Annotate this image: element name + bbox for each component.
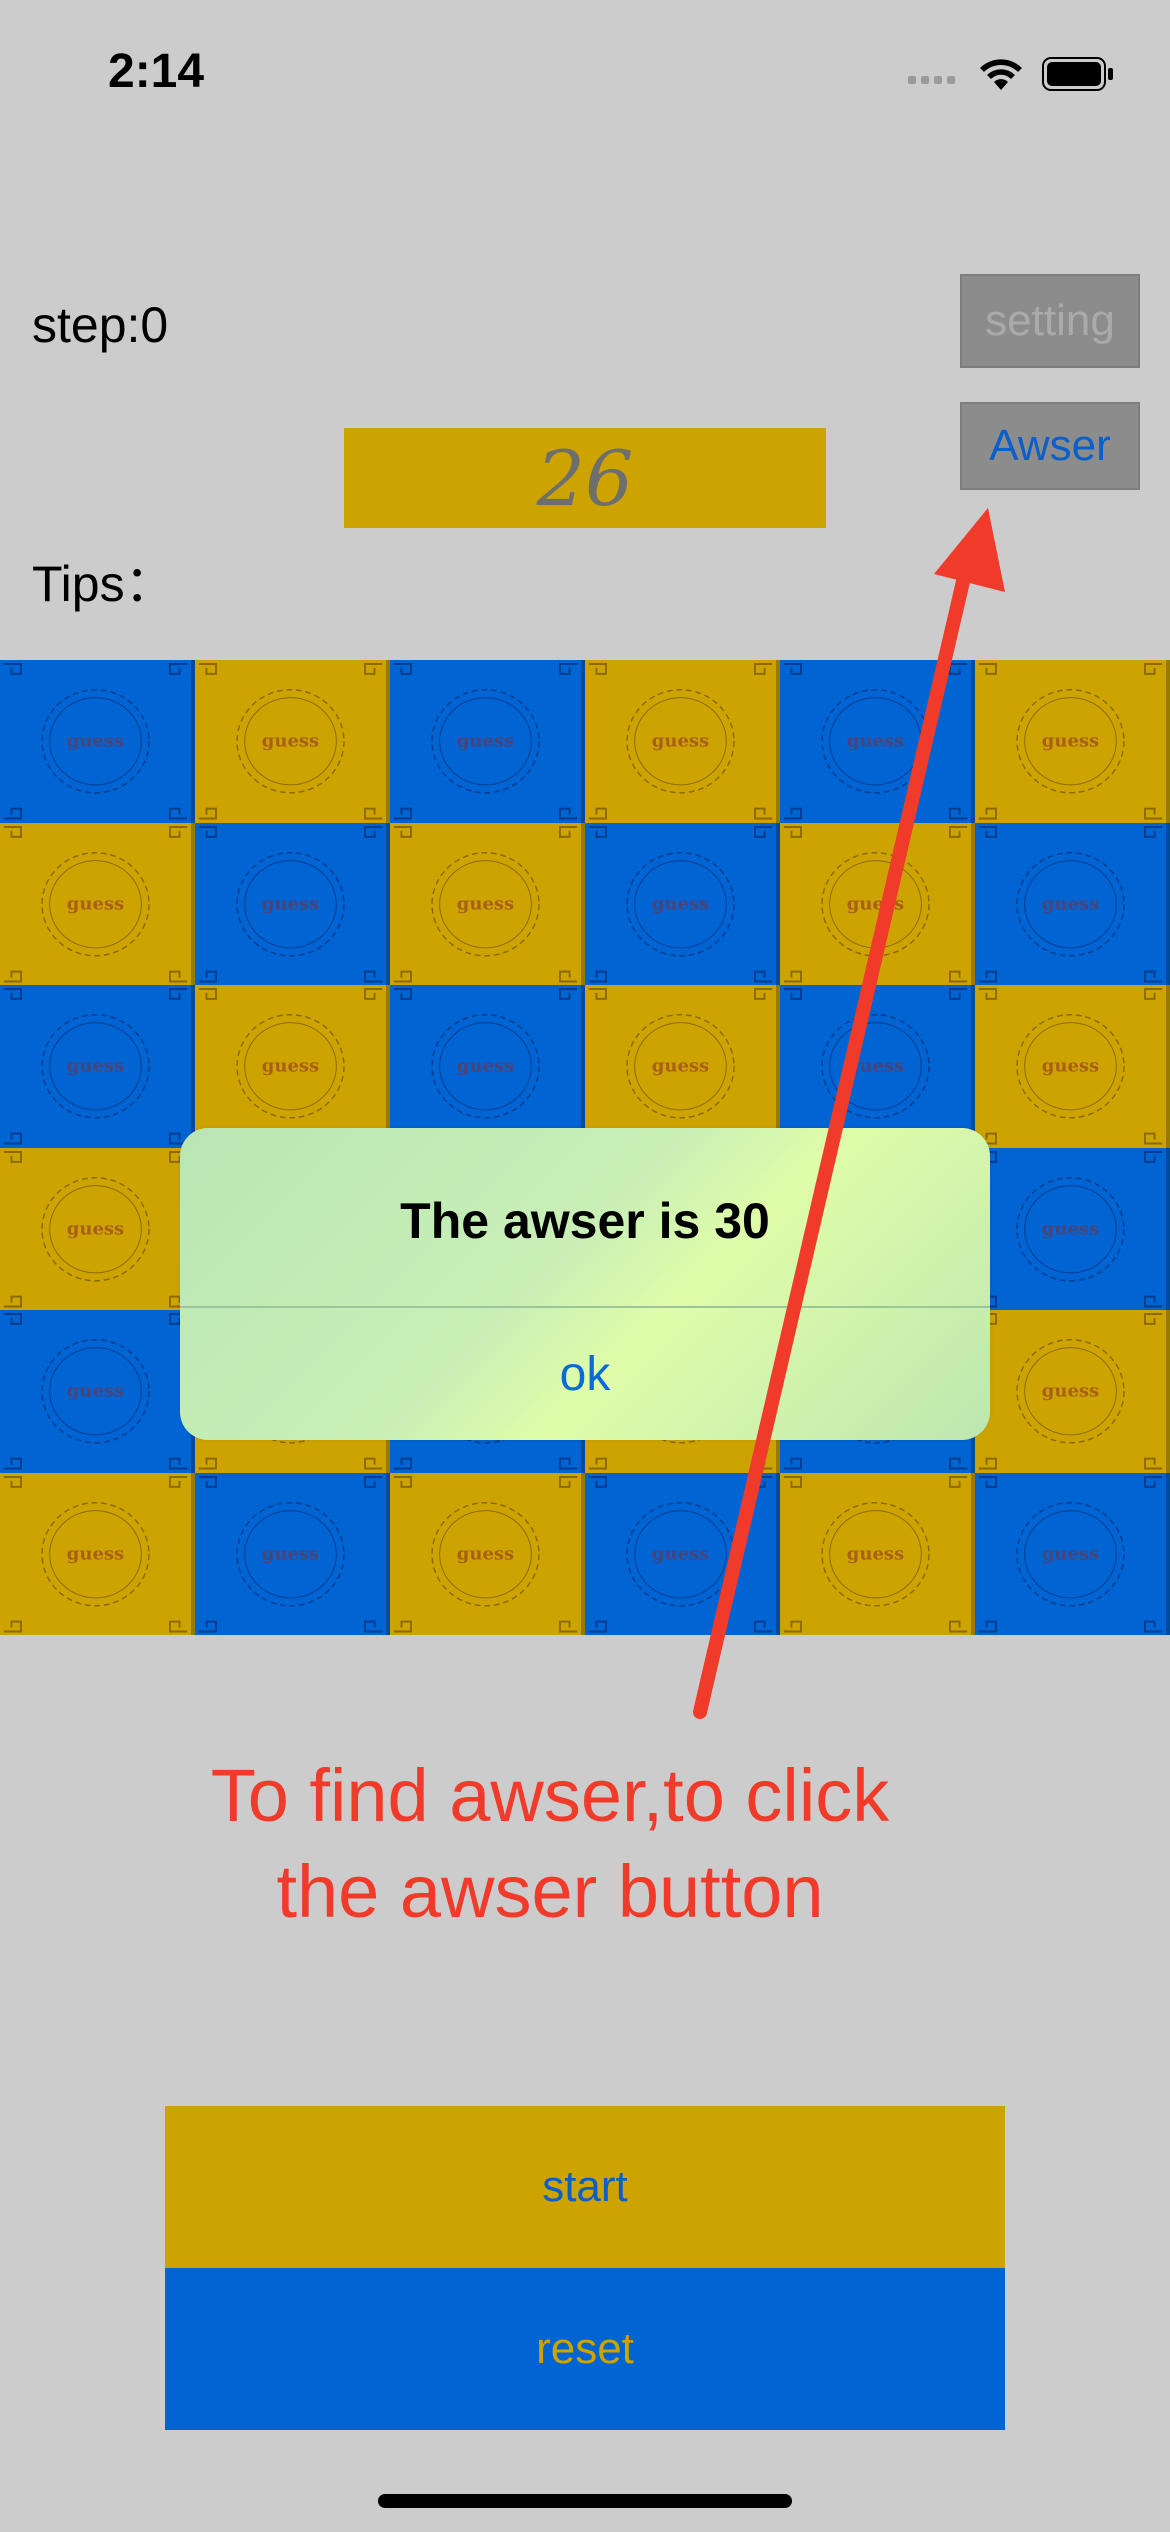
tile-label: guess bbox=[1041, 1380, 1100, 1402]
tile[interactable]: guess bbox=[975, 1472, 1170, 1635]
tile-label: guess bbox=[456, 893, 515, 915]
tile[interactable]: guess bbox=[585, 1472, 780, 1635]
tile[interactable]: guess bbox=[0, 660, 195, 823]
tile-label: guess bbox=[261, 730, 320, 752]
tile[interactable]: guess bbox=[0, 822, 195, 985]
tile[interactable]: guess bbox=[975, 1310, 1170, 1473]
tile-label: guess bbox=[456, 1543, 515, 1565]
current-number-display: 26 bbox=[344, 428, 826, 528]
status-icons bbox=[908, 50, 1114, 98]
tile[interactable]: guess bbox=[195, 1472, 390, 1635]
tile[interactable]: guess bbox=[390, 1472, 585, 1635]
tile[interactable]: guess bbox=[390, 822, 585, 985]
tile[interactable]: guess bbox=[195, 985, 390, 1148]
battery-icon bbox=[1042, 57, 1113, 91]
tile[interactable]: guess bbox=[585, 985, 780, 1148]
annotation-line-1: To find awser,to click bbox=[210, 1754, 890, 1837]
tile[interactable]: guess bbox=[975, 1147, 1170, 1310]
tile-label: guess bbox=[846, 1543, 905, 1565]
tile[interactable]: guess bbox=[975, 822, 1170, 985]
tile[interactable]: guess bbox=[0, 1472, 195, 1635]
tile-label: guess bbox=[846, 893, 905, 915]
cellular-signal-icon bbox=[908, 76, 955, 84]
tile-label: guess bbox=[66, 1055, 125, 1077]
setting-button[interactable]: setting bbox=[960, 274, 1140, 368]
alert-title: The awser is 30 bbox=[400, 1193, 770, 1249]
tile-label: guess bbox=[846, 730, 905, 752]
tile[interactable]: guess bbox=[780, 985, 975, 1148]
tile[interactable]: guess bbox=[975, 985, 1170, 1148]
tile[interactable]: guess bbox=[0, 985, 195, 1148]
tile[interactable]: guess bbox=[780, 822, 975, 985]
tile[interactable]: guess bbox=[975, 660, 1170, 823]
wifi-icon bbox=[980, 59, 1022, 90]
tile[interactable]: guess bbox=[0, 1147, 195, 1310]
tile[interactable]: guess bbox=[0, 1310, 195, 1473]
tile-label: guess bbox=[651, 730, 710, 752]
annotation-text: To find awser,to click the awser button bbox=[110, 1748, 990, 1940]
tile-label: guess bbox=[1041, 1543, 1100, 1565]
tile-label: guess bbox=[261, 1055, 320, 1077]
alert-ok-button[interactable]: ok bbox=[180, 1308, 990, 1440]
status-time: 2:14 bbox=[108, 45, 205, 98]
tile-label: guess bbox=[66, 1380, 125, 1402]
step-counter: step:0 bbox=[32, 297, 169, 353]
tile-label: guess bbox=[1041, 1218, 1100, 1240]
tile-label: guess bbox=[1041, 730, 1100, 752]
tile[interactable]: guess bbox=[195, 660, 390, 823]
tile[interactable]: guess bbox=[585, 660, 780, 823]
tile-label: guess bbox=[66, 1218, 125, 1240]
tile-label: guess bbox=[261, 893, 320, 915]
tile-label: guess bbox=[1041, 893, 1100, 915]
tile-label: guess bbox=[846, 1055, 905, 1077]
start-button[interactable]: start bbox=[165, 2106, 1005, 2268]
tile[interactable]: guess bbox=[780, 1472, 975, 1635]
reset-button[interactable]: reset bbox=[165, 2268, 1005, 2430]
home-indicator bbox=[378, 2494, 792, 2508]
tile[interactable]: guess bbox=[585, 822, 780, 985]
tile[interactable]: guess bbox=[780, 660, 975, 823]
tile-label: guess bbox=[651, 893, 710, 915]
tile-label: guess bbox=[261, 1543, 320, 1565]
tile[interactable]: guess bbox=[390, 660, 585, 823]
tile-label: guess bbox=[66, 1543, 125, 1565]
awser-button[interactable]: Awser bbox=[960, 402, 1140, 490]
tips-label: Tips： bbox=[32, 556, 175, 612]
annotation-line-2: the awser button bbox=[276, 1850, 824, 1933]
tile[interactable]: guess bbox=[195, 822, 390, 985]
tile[interactable]: guess bbox=[390, 985, 585, 1148]
tile-label: guess bbox=[66, 730, 125, 752]
tile-label: guess bbox=[651, 1055, 710, 1077]
tile-label: guess bbox=[66, 893, 125, 915]
tile-label: guess bbox=[456, 1055, 515, 1077]
tile-label: guess bbox=[651, 1543, 710, 1565]
answer-alert: The awser is 30 ok bbox=[180, 1128, 990, 1440]
tile-label: guess bbox=[456, 730, 515, 752]
tile-label: guess bbox=[1041, 1055, 1100, 1077]
